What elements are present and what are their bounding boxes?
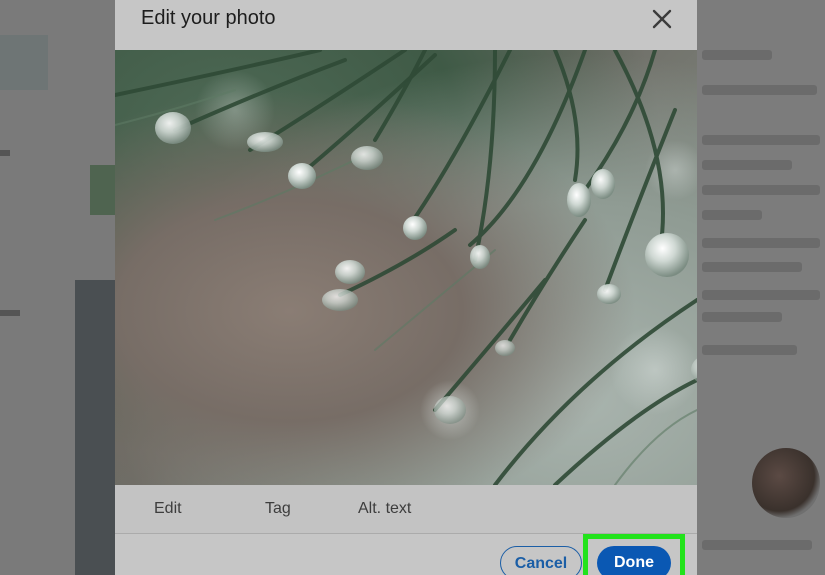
close-icon: [652, 9, 672, 29]
background-avatar: [752, 448, 820, 518]
modal-header: Edit your photo: [115, 0, 697, 50]
background-left-column: [0, 0, 115, 575]
tab-tag[interactable]: Tag: [265, 500, 291, 518]
cancel-button[interactable]: Cancel: [500, 546, 582, 575]
tab-alt-text[interactable]: Alt. text: [358, 500, 411, 518]
pine-needles-image: [115, 50, 697, 485]
done-button[interactable]: Done: [597, 546, 671, 575]
photo-tabs: Edit Tag Alt. text: [115, 485, 697, 534]
modal-footer: Cancel Done: [115, 534, 697, 575]
tab-edit[interactable]: Edit: [154, 500, 182, 518]
close-button[interactable]: [647, 4, 677, 34]
modal-title: Edit your photo: [141, 7, 276, 29]
photo-preview: [115, 50, 697, 485]
edit-photo-modal: Edit your photo Edit Tag Alt. text Cance…: [115, 0, 697, 575]
